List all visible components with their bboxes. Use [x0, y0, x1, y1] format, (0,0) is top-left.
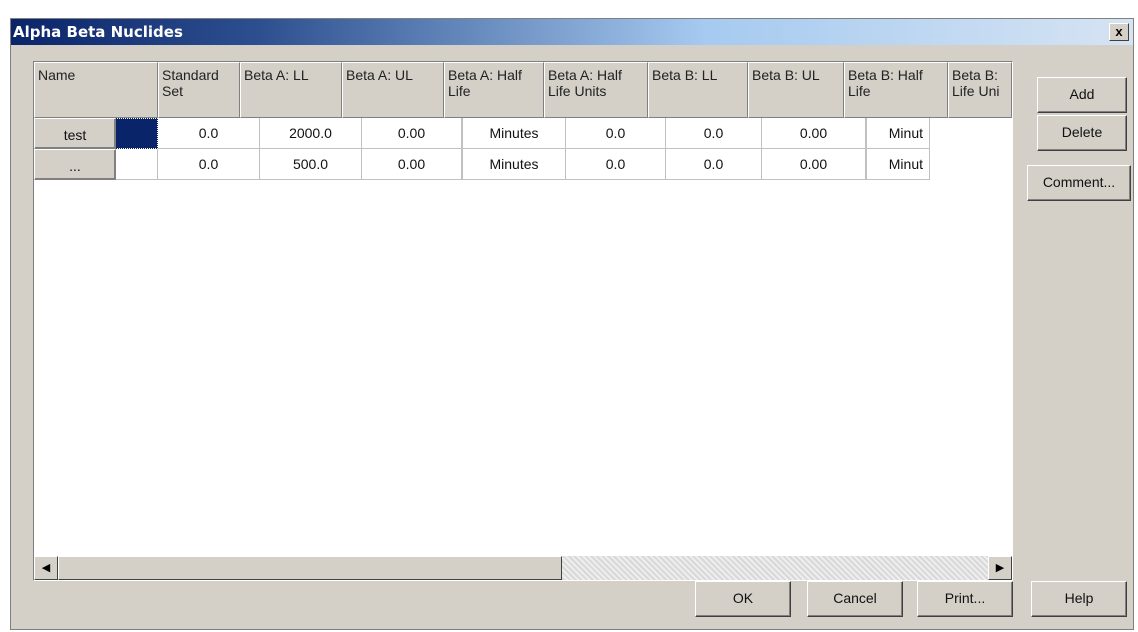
horizontal-scrollbar[interactable]: ◀ ▶ [34, 556, 1012, 580]
scrollbar-thumb[interactable] [58, 556, 562, 580]
add-button[interactable]: Add [1037, 77, 1127, 113]
column-header-name[interactable]: Name [34, 62, 158, 118]
nuclides-grid[interactable]: Name Standard Set Beta A: LL Beta A: UL … [33, 61, 1013, 581]
table-header: Name Standard Set Beta A: LL Beta A: UL … [34, 62, 1012, 118]
cancel-button[interactable]: Cancel [807, 581, 903, 617]
comment-button[interactable]: Comment... [1027, 165, 1131, 201]
cell-standard-set-button[interactable]: ... [34, 149, 116, 180]
column-header-beta-a-ul[interactable]: Beta A: UL [342, 62, 444, 118]
print-button[interactable]: Print... [917, 581, 1013, 617]
column-header-beta-b-life-units[interactable]: Beta B: Life Uni [948, 62, 1012, 118]
close-icon[interactable]: x [1109, 23, 1129, 41]
cell-beta-a-half-life-units[interactable]: Minutes [462, 118, 566, 149]
cell-beta-b-ul[interactable]: 0.0 [666, 118, 762, 149]
table-row[interactable]: test test 0.0 2000.0 0.00 Minutes 0.0 0.… [34, 118, 930, 149]
cell-beta-a-ll[interactable]: 0.0 [158, 118, 260, 149]
cell-beta-b-half-life[interactable]: 0.00 [762, 118, 866, 149]
cell-standard-set-button[interactable]: test [34, 118, 116, 149]
cell-beta-b-ul[interactable]: 0.0 [666, 149, 762, 180]
left-arrow-icon[interactable]: ◀ [34, 556, 58, 580]
cell-beta-b-ll[interactable]: 0.0 [566, 149, 666, 180]
column-header-beta-a-half-life[interactable]: Beta A: Half Life [444, 62, 544, 118]
column-header-beta-b-ll[interactable]: Beta B: LL [648, 62, 748, 118]
cell-beta-b-half-life-units[interactable]: Minut [866, 149, 930, 180]
help-button[interactable]: Help [1031, 581, 1127, 617]
delete-button[interactable]: Delete [1037, 115, 1127, 151]
cell-beta-b-half-life-units[interactable]: Minut [866, 118, 930, 149]
cell-beta-a-ul[interactable]: 500.0 [260, 149, 362, 180]
title-bar[interactable]: Alpha Beta Nuclides x [11, 19, 1133, 45]
window-title: Alpha Beta Nuclides [13, 23, 183, 41]
table-row[interactable]: test3 ... 0.0 500.0 0.00 Minutes 0.0 0.0… [34, 149, 930, 180]
column-header-beta-b-half-life[interactable]: Beta B: Half Life [844, 62, 948, 118]
ok-button[interactable]: OK [695, 581, 791, 617]
column-header-beta-a-half-life-units[interactable]: Beta A: Half Life Units [544, 62, 648, 118]
column-header-beta-b-ul[interactable]: Beta B: UL [748, 62, 844, 118]
cell-beta-a-half-life-units[interactable]: Minutes [462, 149, 566, 180]
cell-beta-a-ul[interactable]: 2000.0 [260, 118, 362, 149]
cell-beta-a-ll[interactable]: 0.0 [158, 149, 260, 180]
right-arrow-icon[interactable]: ▶ [988, 556, 1012, 580]
column-header-standard-set[interactable]: Standard Set [158, 62, 240, 118]
cell-beta-a-half-life[interactable]: 0.00 [362, 118, 462, 149]
cell-beta-b-half-life[interactable]: 0.00 [762, 149, 866, 180]
alpha-beta-nuclides-dialog: Alpha Beta Nuclides x Name Standard Set … [10, 18, 1134, 630]
cell-beta-a-half-life[interactable]: 0.00 [362, 149, 462, 180]
cell-beta-b-ll[interactable]: 0.0 [566, 118, 666, 149]
column-header-beta-a-ll[interactable]: Beta A: LL [240, 62, 342, 118]
